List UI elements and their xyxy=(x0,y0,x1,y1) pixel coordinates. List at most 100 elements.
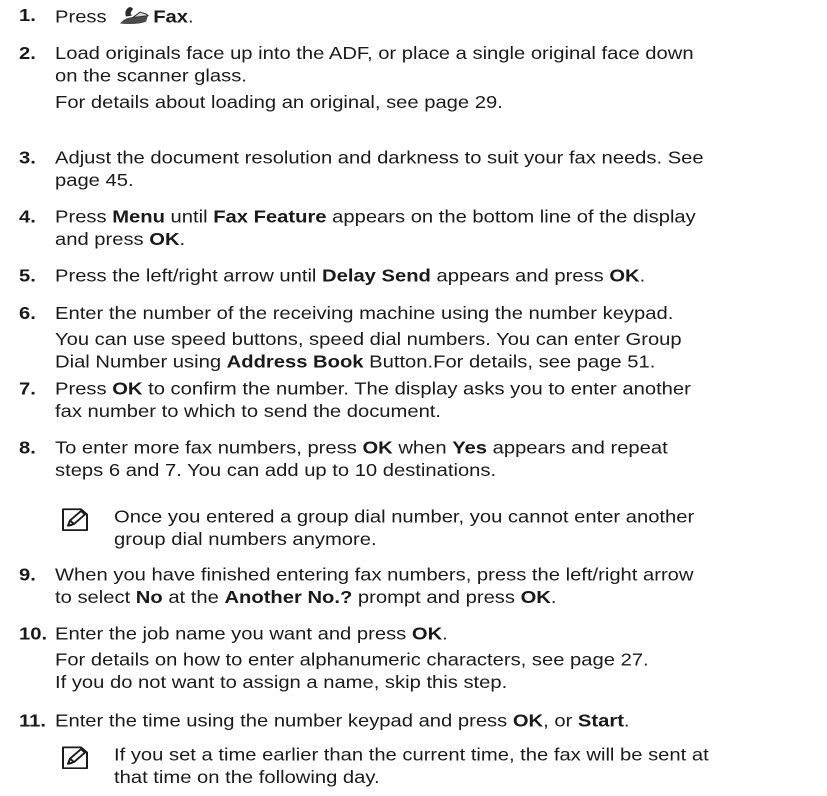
step-number: 10. xyxy=(19,624,48,644)
step-number: 6. xyxy=(19,304,36,324)
step-text: Load originals face up into the ADF, or … xyxy=(55,43,815,114)
text-run: For details about loading an original, s… xyxy=(55,92,503,113)
sub-line: For details on how to enter alphanumeric… xyxy=(55,649,815,672)
bold-term: Address Book xyxy=(226,352,364,372)
sub-line: Dial Number using Address Book Button.Fo… xyxy=(55,351,815,374)
text-run: fax number to which to send the document… xyxy=(55,402,442,422)
note-line: group dial numbers anymore. xyxy=(114,530,377,550)
bold-term: Delay Send xyxy=(322,266,431,286)
bold-term: OK xyxy=(520,588,551,608)
bold-term: Another No.? xyxy=(224,588,353,608)
lines-line: page 45. xyxy=(55,169,815,192)
step-number: 8. xyxy=(19,438,36,458)
text-run: Enter the time using the number keypad a… xyxy=(55,711,513,731)
text-run: You can use speed buttons, speed dial nu… xyxy=(55,330,682,350)
sub-line: For details about loading an original, s… xyxy=(55,91,815,114)
text-run: Adjust the document resolution and darkn… xyxy=(55,148,704,168)
bold-term: Fax xyxy=(153,7,189,27)
bold-term: OK xyxy=(149,230,180,250)
lines-line: Press OK to confirm the number. The disp… xyxy=(55,378,815,401)
lines-line: Enter the job name you want and press OK… xyxy=(55,623,815,646)
step-number: 9. xyxy=(19,565,36,585)
bold-term: OK xyxy=(411,624,443,644)
step-detail: You can use speed buttons, speed dial nu… xyxy=(55,328,815,373)
note-line: If you set a time earlier than the curre… xyxy=(114,745,709,765)
text-run: . xyxy=(442,624,448,644)
step-text: Enter the time using the number keypad a… xyxy=(55,710,815,733)
text-run: to select xyxy=(55,588,136,608)
text-run: page 45. xyxy=(55,171,134,191)
note-line: Once you entered a group dial number, yo… xyxy=(114,507,695,527)
text-run: appears on the bottom line of the displa… xyxy=(326,207,696,227)
bold-term: OK xyxy=(112,379,143,399)
text-run: steps 6 and 7. You can add up to 10 dest… xyxy=(55,461,497,481)
lines-line: Enter the number of the receiving machin… xyxy=(55,302,815,325)
step-text: Press Menu until Fax Feature appears on … xyxy=(55,206,815,251)
text-run: Enter the job name you want and press xyxy=(55,624,412,644)
text-run: on the scanner glass. xyxy=(55,66,247,87)
lines-line: To enter more fax numbers, press OK when… xyxy=(55,437,815,460)
lines-line: and press OK. xyxy=(55,229,815,252)
lines-line: Press Menu until Fax Feature appears on … xyxy=(55,206,815,229)
text-run: prompt and press xyxy=(352,588,521,608)
step-number: 1. xyxy=(19,6,36,26)
step-text: Press the left/right arrow until Delay S… xyxy=(55,265,815,288)
text-run: until xyxy=(164,207,214,227)
step-number: 4. xyxy=(19,207,36,227)
text-run: If you do not want to assign a name, ski… xyxy=(55,673,508,693)
step-text: Press Fax. xyxy=(55,4,815,28)
text-run: . xyxy=(188,7,194,27)
text-run: Press xyxy=(55,207,113,227)
lines-line: Enter the time using the number keypad a… xyxy=(55,710,815,733)
text-run: Dial Number using xyxy=(55,352,227,372)
bold-term: Yes xyxy=(452,438,488,458)
text-run: . xyxy=(639,266,646,286)
note-text: If you set a time earlier than the curre… xyxy=(114,744,814,789)
note-pencil-icon xyxy=(62,508,88,531)
text-run: Press the left/right arrow until xyxy=(55,266,323,286)
lines-line: Load originals face up into the ADF, or … xyxy=(55,43,815,66)
bold-term: OK xyxy=(362,438,393,458)
lines-line: Adjust the document resolution and darkn… xyxy=(55,147,815,170)
note-line: that time on the following day. xyxy=(114,768,380,788)
text-run: when xyxy=(392,438,453,458)
text-run: . xyxy=(179,230,186,250)
bold-term: No xyxy=(135,588,163,608)
lines-line: steps 6 and 7. You can add up to 10 dest… xyxy=(55,460,815,483)
step-text: Adjust the document resolution and darkn… xyxy=(55,147,815,192)
bold-term: Fax Feature xyxy=(213,207,327,227)
text-run: . xyxy=(550,588,557,608)
note-text: Once you entered a group dial number, yo… xyxy=(114,506,814,551)
bold-term: Start xyxy=(577,711,624,731)
text-run: appears and press xyxy=(430,266,610,286)
lines-line: fax number to which to send the document… xyxy=(55,401,815,424)
text-run: to confirm the number. The display asks … xyxy=(142,379,691,399)
step-number: 7. xyxy=(19,379,36,399)
bold-term: OK xyxy=(609,266,640,286)
sub-line: You can use speed buttons, speed dial nu… xyxy=(55,328,815,351)
fax-icon xyxy=(120,7,150,25)
text-run: and press xyxy=(55,230,150,250)
text-run: Load originals face up into the ADF, or … xyxy=(55,44,694,64)
step-number: 11. xyxy=(19,711,46,731)
text-run: , or xyxy=(543,711,578,731)
step-text: To enter more fax numbers, press OK when… xyxy=(55,437,815,482)
sub-line: If you do not want to assign a name, ski… xyxy=(55,672,815,695)
lines-line: Press the left/right arrow until Delay S… xyxy=(55,265,815,288)
step-text: When you have finished entering fax numb… xyxy=(55,564,815,609)
lines-line: to select No at the Another No.? prompt … xyxy=(55,587,815,610)
text-run: Enter the number of the receiving machin… xyxy=(55,304,674,324)
step-number: 5. xyxy=(19,266,36,286)
text-run: When you have finished entering fax numb… xyxy=(55,565,694,585)
text-run: To enter more fax numbers, press xyxy=(55,438,363,458)
text-run: Press xyxy=(55,7,113,27)
lines-line: When you have finished entering fax numb… xyxy=(55,564,815,587)
step-number: 3. xyxy=(19,148,36,168)
step-text: Press OK to confirm the number. The disp… xyxy=(55,378,815,423)
lines-line: on the scanner glass. xyxy=(55,65,815,88)
step-detail: For details on how to enter alphanumeric… xyxy=(55,649,815,694)
text-run: Press xyxy=(55,379,113,399)
note-pencil-icon xyxy=(62,746,88,770)
text-run: . xyxy=(623,711,630,731)
document-page: 1. Press Fax. 2. Load originals face up int… xyxy=(0,0,827,796)
